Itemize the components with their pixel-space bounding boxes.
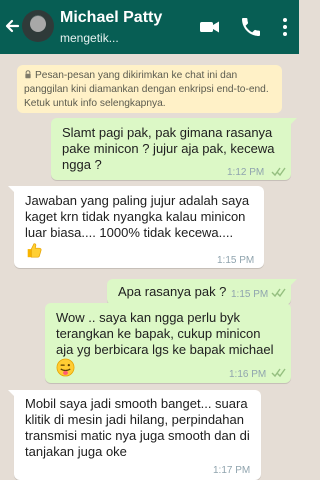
message-bubble[interactable]: Jawaban yang paling jujur adalah saya ka… — [8, 186, 264, 268]
message-time: 1:12 PM — [227, 167, 265, 178]
encryption-notice[interactable]: Pesan-pesan yang dikirimkan ke chat ini … — [17, 65, 282, 113]
read-ticks-icon — [271, 288, 286, 298]
message-bubble[interactable]: Apa rasanya pak ? 1:15 PM — [107, 279, 297, 305]
encryption-notice-text: Pesan-pesan yang dikirimkan ke chat ini … — [24, 70, 269, 109]
contact-name[interactable]: Michael Patty — [60, 9, 162, 27]
bubble-tail — [8, 186, 20, 193]
message-time: 1:16 PM — [229, 369, 267, 380]
video-call-icon[interactable] — [198, 15, 222, 39]
message-text-body: Jawaban yang paling jujur adalah saya ka… — [25, 193, 250, 240]
message-bubble[interactable]: Wow .. saya kan ngga perlu byk terangkan… — [45, 303, 291, 383]
thumbs-up-emoji-icon — [27, 243, 42, 258]
message-text: Mobil saya jadi smooth banget... suara k… — [25, 396, 250, 459]
message-time: 1:15 PM — [231, 289, 269, 300]
more-options-icon[interactable] — [273, 15, 297, 39]
read-ticks-icon — [271, 368, 286, 378]
phone-call-icon[interactable] — [239, 15, 263, 39]
chat-header: Michael Patty mengetik... — [0, 0, 299, 54]
contact-avatar[interactable] — [22, 10, 54, 42]
bubble-tail — [285, 118, 297, 125]
message-text-body: Wow .. saya kan ngga perlu byk terangkan… — [56, 310, 274, 357]
message-text: Jawaban yang paling jujur adalah saya ka… — [25, 193, 254, 259]
read-ticks-icon — [271, 167, 286, 177]
message-bubble[interactable]: Slamt pagi pak, pak gimana rasanya pake … — [51, 118, 297, 180]
message-bubble[interactable]: Mobil saya jadi smooth banget... suara k… — [8, 390, 261, 480]
lock-icon — [25, 70, 31, 79]
typing-status: mengetik... — [60, 31, 119, 45]
bubble-tail — [8, 390, 20, 397]
message-time: 1:15 PM — [217, 255, 255, 266]
winking-tongue-face-emoji-icon — [56, 358, 75, 377]
message-time: 1:17 PM — [213, 465, 251, 476]
back-arrow-icon[interactable] — [4, 14, 22, 38]
